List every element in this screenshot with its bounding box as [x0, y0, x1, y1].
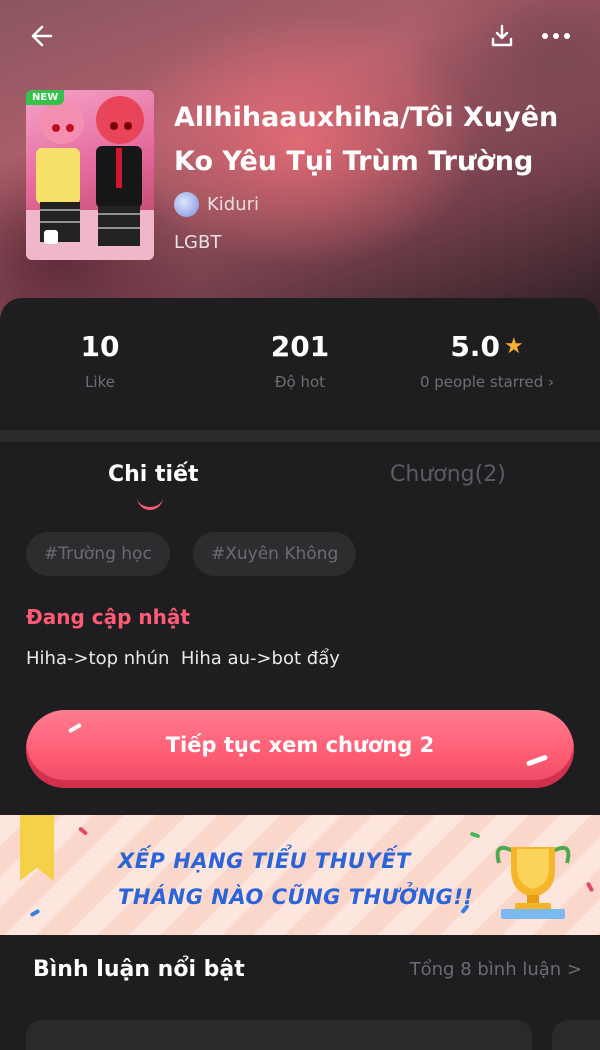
- confetti: [585, 881, 595, 893]
- genre-label[interactable]: LGBT: [174, 232, 221, 253]
- comment-card[interactable]: [26, 1020, 532, 1050]
- section-divider: [0, 430, 600, 442]
- author-avatar[interactable]: [174, 192, 199, 217]
- story-description: Hiha->top nhún Hiha au->bot đẩy: [26, 648, 340, 669]
- banner-line-1: XẾP HẠNG TIỂU THUYẾT: [118, 849, 411, 873]
- hot-count: 201: [270, 330, 330, 363]
- like-count: 10: [80, 330, 120, 363]
- comments-count-link[interactable]: Tổng 8 bình luận >: [410, 959, 582, 980]
- confetti: [469, 831, 481, 839]
- author-row[interactable]: Kiduri: [174, 192, 259, 217]
- banner-line-2: THÁNG NÀO CŨNG THƯỞNG!!: [118, 885, 474, 909]
- stat-rating[interactable]: 5.0 ★ 0 people starred ›: [387, 330, 587, 391]
- tag-school[interactable]: #Trường học: [26, 532, 170, 576]
- banner-text: XẾP HẠNG TIỂU THUYẾT THÁNG NÀO CŨNG THƯỞ…: [118, 843, 473, 915]
- confetti: [77, 826, 89, 836]
- more-icon: [542, 33, 570, 39]
- comments-title: Bình luận nổi bật: [33, 957, 245, 982]
- story-title: Allhihaauxhiha/Tôi Xuyên Ko Yêu Tụi Trùm…: [174, 102, 559, 177]
- rating-chevron-icon: ›: [548, 373, 555, 391]
- rating-label: 0 people starred: [419, 373, 544, 391]
- rating-value: 5.0: [450, 330, 500, 363]
- hot-label: Độ hot: [274, 373, 326, 391]
- more-button[interactable]: [538, 18, 574, 54]
- tab-chapters[interactable]: Chương(2): [390, 462, 506, 487]
- confetti: [29, 908, 41, 918]
- stat-like: 10 Like: [0, 330, 200, 391]
- like-label: Like: [85, 373, 115, 391]
- back-arrow-icon: [31, 25, 53, 47]
- download-button[interactable]: [484, 18, 520, 54]
- ribbon-icon: [20, 815, 54, 881]
- tag-time-travel[interactable]: #Xuyên Không: [193, 532, 357, 576]
- trophy-icon: [495, 846, 571, 919]
- comment-card[interactable]: [552, 1020, 600, 1050]
- ranking-banner[interactable]: XẾP HẠNG TIỂU THUYẾT THÁNG NÀO CŨNG THƯỞ…: [0, 815, 600, 935]
- continue-reading-button[interactable]: Tiếp tục xem chương 2: [26, 710, 574, 788]
- stat-hot: 201 Độ hot: [200, 330, 400, 391]
- author-name[interactable]: Kiduri: [207, 194, 259, 215]
- tab-detail[interactable]: Chi tiết: [108, 462, 199, 487]
- cover-art: [26, 96, 154, 260]
- book-cover[interactable]: NEW: [26, 90, 154, 260]
- button-glint: [67, 722, 83, 734]
- button-glint: [525, 754, 549, 767]
- download-icon: [491, 24, 513, 47]
- status-label: Đang cập nhật: [26, 605, 190, 629]
- continue-reading-label: Tiếp tục xem chương 2: [165, 733, 435, 757]
- back-button[interactable]: [24, 18, 60, 54]
- star-icon: ★: [503, 334, 524, 359]
- new-badge: NEW: [26, 90, 65, 105]
